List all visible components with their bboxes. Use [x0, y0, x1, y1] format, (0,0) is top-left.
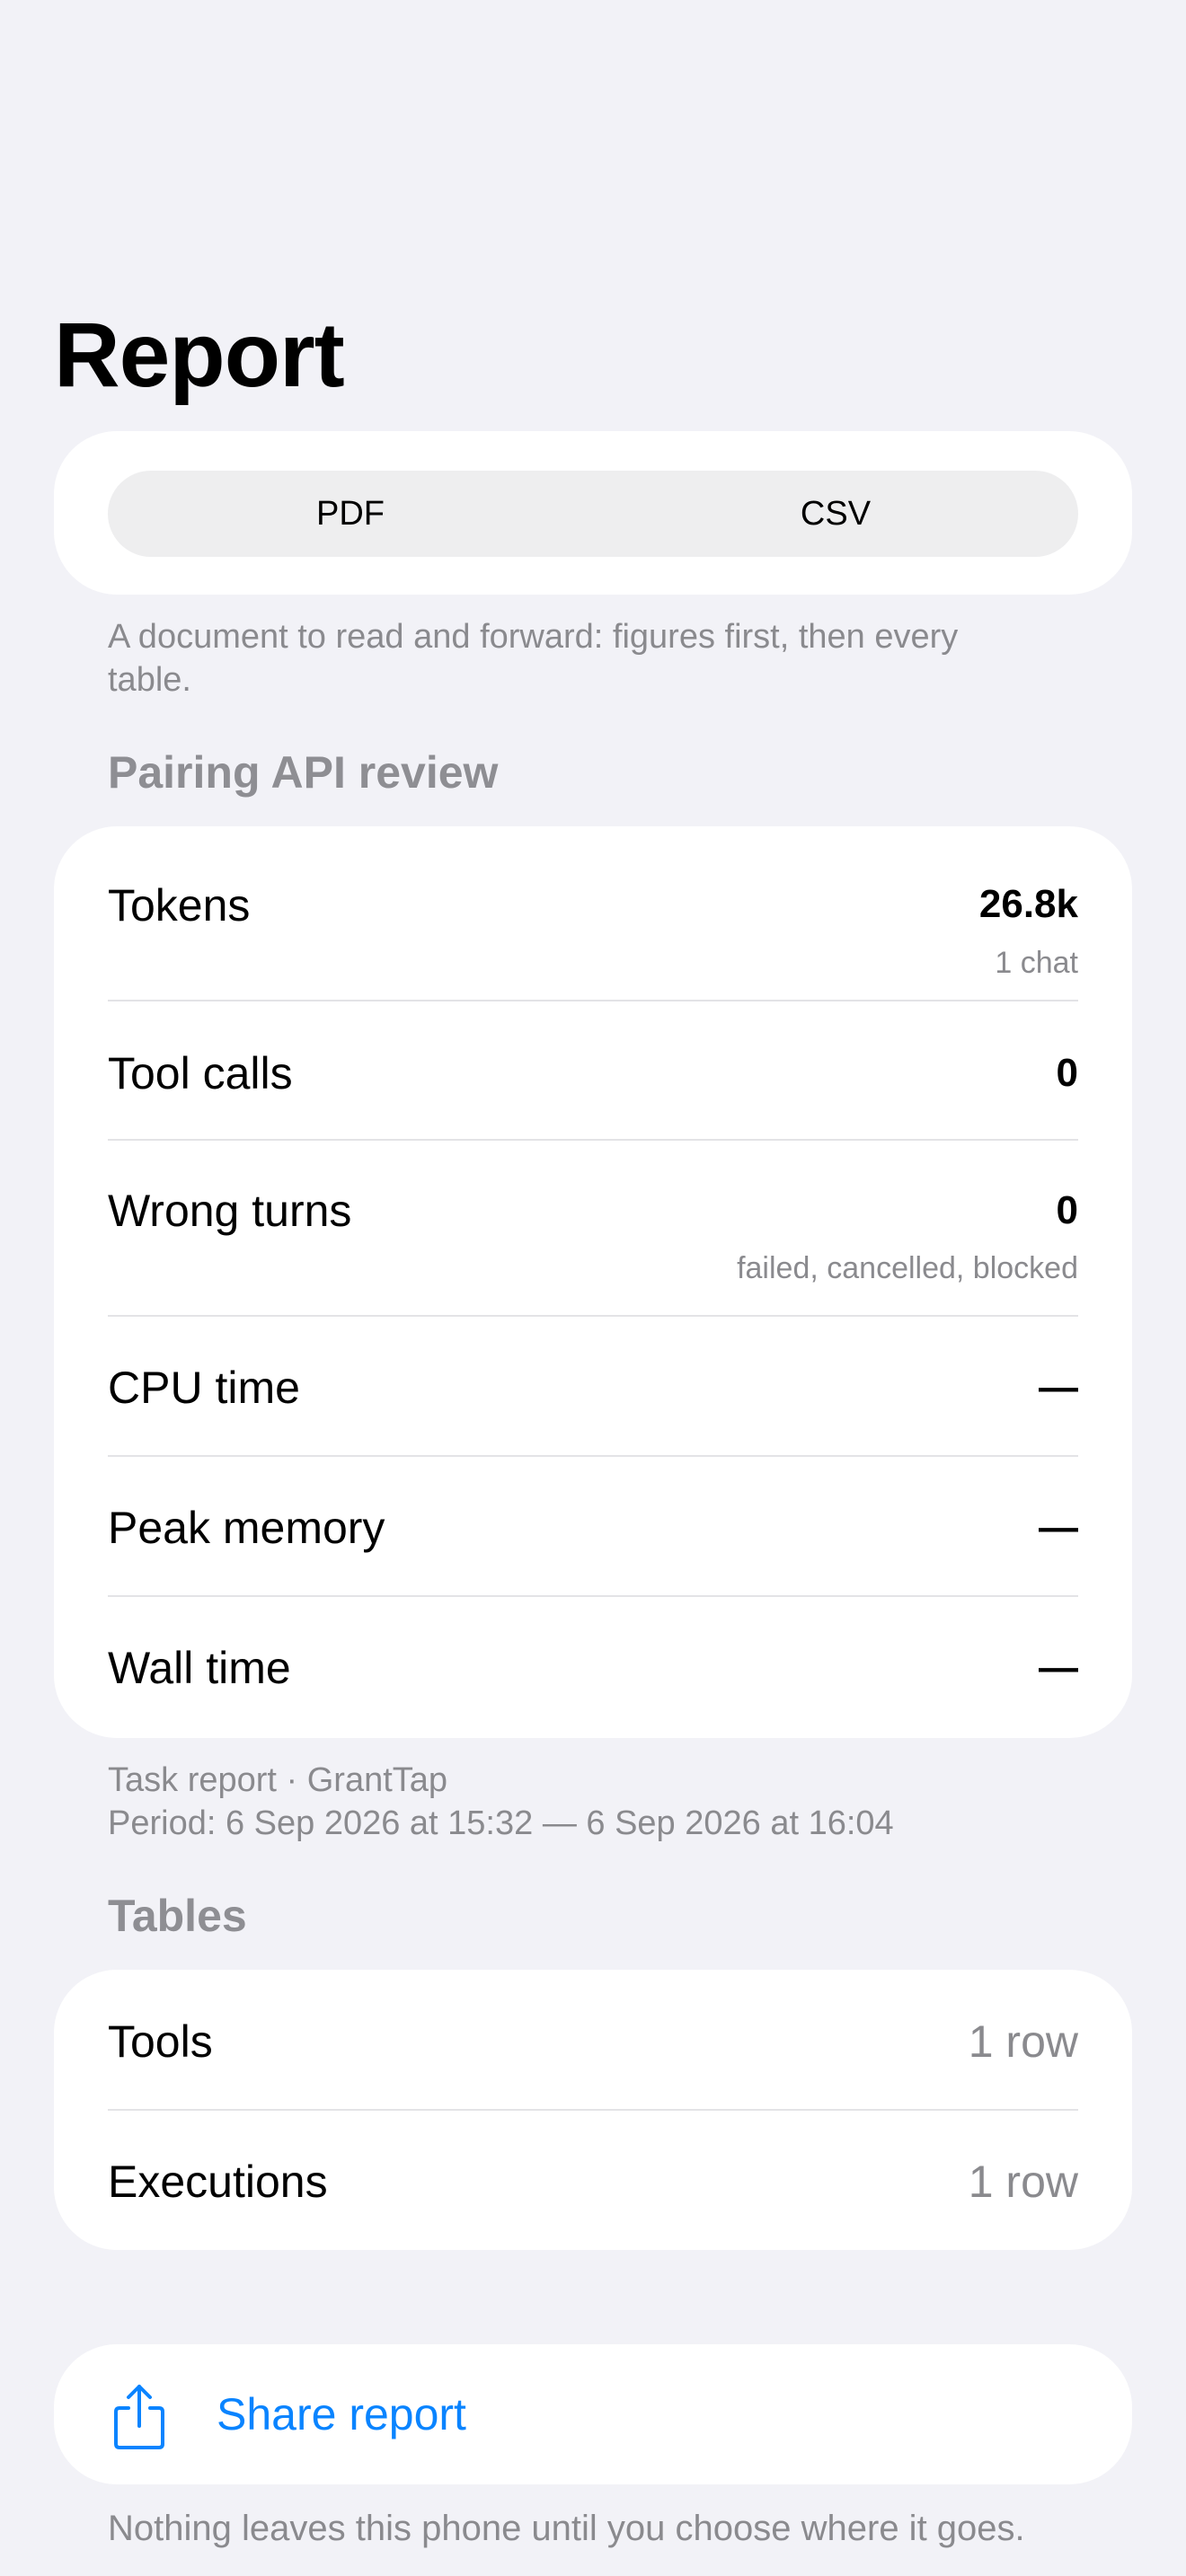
row-subtitle: failed, cancelled, blocked — [737, 1251, 1078, 1285]
divider — [108, 1455, 1078, 1457]
format-card: PDF CSV — [54, 431, 1132, 595]
row-label: Tokens — [108, 880, 251, 931]
report-source-caption: Task report · GrantTap — [108, 1761, 448, 1799]
row-value: — — [1039, 1365, 1078, 1409]
summary-section-header: Pairing API review — [108, 747, 499, 798]
row-label: Executions — [108, 2157, 328, 2207]
row-label: Tool calls — [108, 1048, 293, 1098]
format-segmented-control[interactable]: PDF CSV — [108, 471, 1078, 557]
row-value: — — [1039, 1505, 1078, 1549]
format-description: A document to read and forward: figures … — [108, 618, 959, 699]
row-value: — — [1039, 1645, 1078, 1689]
row-label: Wall time — [108, 1643, 291, 1693]
row-subtitle: 1 chat — [995, 946, 1078, 980]
format-option-pdf[interactable]: PDF — [108, 471, 593, 557]
share-icon — [114, 2385, 164, 2449]
share-report-label: Share report — [217, 2389, 466, 2439]
divider — [108, 1595, 1078, 1597]
divider — [108, 1315, 1078, 1317]
divider — [108, 2109, 1078, 2111]
report-screen: Report PDF CSV A document to read and fo… — [0, 0, 1186, 2576]
row-label: CPU time — [108, 1363, 300, 1413]
tables-section-header: Tables — [108, 1891, 247, 1941]
divider — [108, 1139, 1078, 1141]
row-value: 0 — [1056, 1188, 1078, 1232]
privacy-footer: Nothing leaves this phone until you choo… — [108, 2509, 1025, 2548]
divider — [108, 1000, 1078, 1001]
row-count: 1 row — [968, 2157, 1078, 2207]
row-value: 26.8k — [978, 882, 1078, 926]
share-report-button[interactable]: Share report — [54, 2344, 1132, 2484]
row-value: 0 — [1056, 1051, 1078, 1095]
row-label: Peak memory — [108, 1503, 385, 1553]
row-label: Tools — [108, 2016, 213, 2067]
row-count: 1 row — [968, 2016, 1078, 2067]
tables-card: Tools 1 row Executions 1 row — [54, 1970, 1132, 2250]
page-title: Report — [54, 304, 345, 406]
row-label: Wrong turns — [108, 1186, 352, 1236]
summary-card: Tokens 26.8k 1 chat Tool calls 0 Wrong t… — [54, 826, 1132, 1738]
format-option-csv[interactable]: CSV — [593, 471, 1078, 557]
report-period-caption: Period: 6 Sep 2026 at 15:32 — 6 Sep 2026… — [108, 1804, 894, 1842]
